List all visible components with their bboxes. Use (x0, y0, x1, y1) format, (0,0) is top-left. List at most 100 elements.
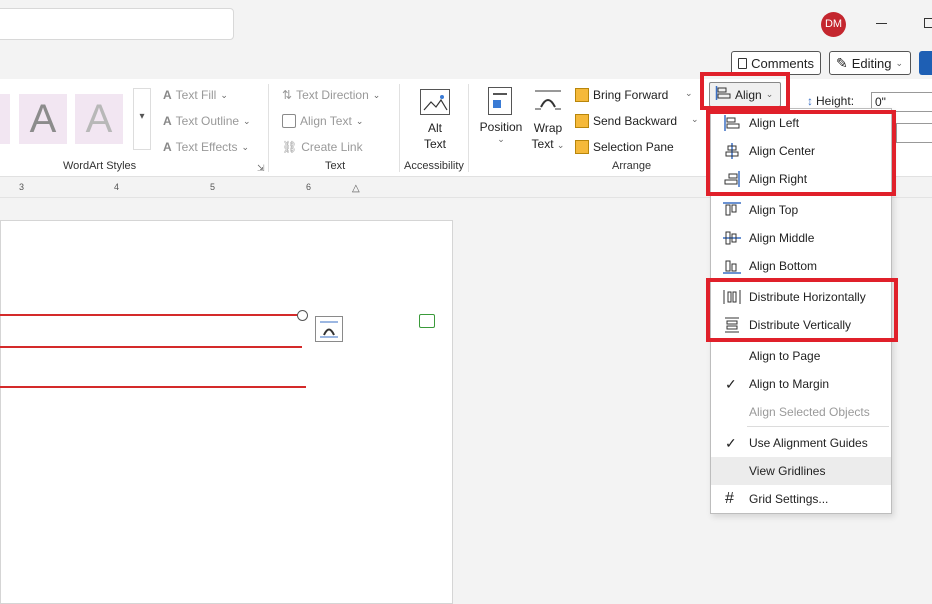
selection-pane-button[interactable]: Selection Pane (575, 137, 674, 157)
text-outline-icon: A (163, 114, 172, 128)
text-fill-button[interactable]: A Text Fill ⌄ (163, 85, 228, 105)
wrap-text-icon (533, 87, 563, 115)
menu-item-align-to-page[interactable]: Align to Page (711, 342, 891, 370)
indent-marker-icon[interactable]: △ (352, 183, 360, 194)
text-outline-button[interactable]: A Text Outline ⌄ (163, 111, 251, 131)
menu-item-label: Grid Settings... (749, 492, 829, 506)
ruler-mark: 5 (210, 182, 216, 192)
text-fill-label: Text Fill (175, 88, 217, 102)
dialog-launcher-icon[interactable]: ⇲ (257, 163, 265, 174)
chevron-down-icon: ⌄ (355, 115, 364, 126)
chevron-down-icon: ⌄ (220, 89, 228, 100)
menu-item-grid-settings[interactable]: # Grid Settings... (711, 485, 891, 513)
menu-item-label: Align to Page (749, 349, 821, 363)
resize-handle[interactable] (297, 310, 308, 321)
menu-item-label: Use Alignment Guides (749, 436, 868, 450)
chevron-down-icon[interactable]: ⌄ (685, 88, 693, 99)
ruler-mark: 3 (19, 182, 25, 192)
link-icon: ⛓ (282, 140, 298, 154)
separator (268, 84, 269, 172)
chevron-down-icon: ⌄ (372, 89, 381, 100)
accessibility-group-label: Accessibility (404, 160, 464, 172)
comment-icon (738, 57, 748, 69)
position-icon (488, 87, 512, 115)
align-text-label: Align Text (300, 114, 352, 128)
align-text-icon (282, 114, 296, 128)
selection-pane-label: Selection Pane (593, 140, 674, 154)
menu-item-view-gridlines[interactable]: View Gridlines (711, 457, 891, 485)
restore-button[interactable] (924, 18, 932, 28)
text-direction-button[interactable]: ⇅ Text Direction ⌄ (282, 85, 380, 105)
checkmark-icon: ✓ (725, 435, 737, 451)
highlight-box-align-horizontal (706, 110, 896, 196)
document-page[interactable] (0, 220, 453, 604)
text-effects-icon: A (163, 140, 172, 154)
grid-icon: # (725, 490, 734, 507)
menu-item-align-selected-objects: Align Selected Objects (711, 398, 891, 426)
menu-item-align-top[interactable]: Align Top (711, 196, 891, 224)
highlight-box-distribute (706, 278, 898, 342)
chevron-down-icon[interactable]: ⌄ (691, 114, 699, 125)
wrap-text-button[interactable]: Wrap Text ⌄ (530, 120, 566, 153)
text-outline-label: Text Outline (175, 114, 240, 128)
menu-item-use-alignment-guides[interactable]: ✓ Use Alignment Guides (711, 429, 891, 457)
position-label: Position (479, 120, 523, 134)
wordart-styles-group-label: WordArt Styles (63, 160, 137, 172)
wordart-gallery-expand[interactable]: ▾ (133, 88, 151, 150)
separator (399, 84, 400, 172)
align-bottom-icon (723, 258, 741, 274)
chevron-down-icon: ⌄ (497, 134, 505, 144)
wordart-style-partial[interactable] (0, 94, 10, 144)
width-input[interactable] (896, 123, 932, 143)
text-fill-icon: A (163, 88, 172, 102)
share-button[interactable] (919, 51, 932, 75)
text-direction-label: Text Direction (296, 88, 369, 102)
shape-line-2[interactable] (0, 346, 302, 348)
shape-line-1[interactable] (0, 314, 298, 316)
align-top-icon (723, 202, 741, 218)
wordart-style-2[interactable]: A (75, 94, 123, 144)
align-text-button[interactable]: Align Text ⌄ (282, 111, 363, 131)
avatar[interactable]: DM (821, 12, 846, 37)
text-effects-button[interactable]: A Text Effects ⌄ (163, 137, 249, 157)
minimize-button[interactable] (876, 23, 887, 24)
send-backward-icon (575, 114, 589, 128)
chevron-down-icon: ⌄ (556, 140, 565, 150)
menu-item-label: Align Top (749, 203, 799, 217)
text-effects-label: Text Effects (175, 140, 238, 154)
comments-label: Comments (751, 55, 814, 71)
alt-text-icon (420, 89, 450, 115)
wrap-text-label-1: Wrap (533, 121, 563, 135)
text-direction-icon: ⇅ (282, 88, 293, 102)
bring-forward-label: Bring Forward (593, 88, 669, 102)
arrange-group-label: Arrange (612, 160, 652, 172)
create-link-button[interactable]: ⛓ Create Link (282, 137, 363, 157)
chevron-down-icon: ⌄ (241, 141, 250, 152)
height-label: Height: (816, 94, 855, 108)
separator (468, 84, 469, 172)
wrap-text-label-2: Text (531, 137, 554, 151)
alt-text-button[interactable]: Alt Text (419, 120, 451, 152)
chevron-down-icon: ⌄ (895, 57, 904, 68)
ruler-mark: 4 (114, 182, 120, 192)
new-comment-icon[interactable] (419, 314, 435, 328)
search-box[interactable] (0, 8, 234, 40)
menu-separator (747, 426, 889, 427)
text-group-label: Text (325, 160, 346, 172)
height-row: ↕ Height: (807, 94, 854, 108)
menu-item-align-bottom[interactable]: Align Bottom (711, 252, 891, 280)
align-middle-icon (723, 230, 741, 246)
wordart-style-1[interactable]: A (19, 94, 67, 144)
shape-line-3[interactable] (0, 386, 306, 388)
alt-text-label-2: Text (423, 137, 446, 151)
menu-item-align-to-margin[interactable]: ✓ Align to Margin (711, 370, 891, 398)
send-backward-button[interactable]: Send Backward (575, 111, 677, 131)
send-backward-label: Send Backward (593, 114, 678, 128)
bring-forward-button[interactable]: Bring Forward (575, 85, 668, 105)
menu-item-label: Align to Margin (749, 377, 830, 391)
layout-options-icon[interactable] (315, 316, 343, 342)
position-button[interactable]: Position ⌄ (478, 120, 524, 145)
editing-mode-button[interactable]: ✎ Editing ⌄ (829, 51, 911, 75)
selection-pane-icon (575, 140, 589, 154)
menu-item-align-middle[interactable]: Align Middle (711, 224, 891, 252)
